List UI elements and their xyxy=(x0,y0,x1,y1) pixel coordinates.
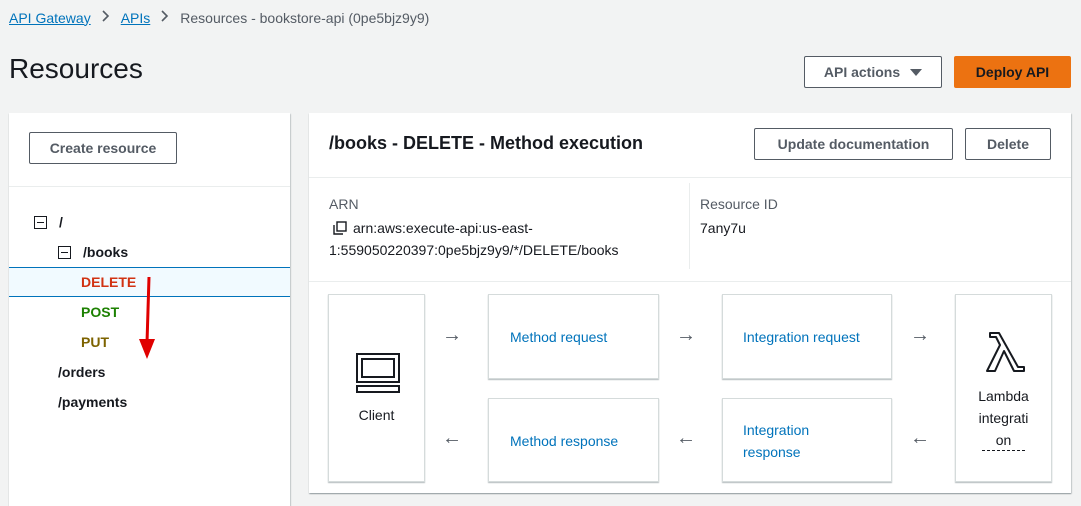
lambda-label-line3: on xyxy=(981,430,1026,451)
integration-response-card[interactable]: Integration response xyxy=(722,398,892,482)
lambda-label-line2: integrati xyxy=(978,410,1029,426)
lambda-label-line1: Lambda xyxy=(978,388,1029,404)
method-request-card[interactable]: Method request xyxy=(488,294,659,379)
method-response-card[interactable]: Method response xyxy=(488,398,659,482)
tree-item-label: /payments xyxy=(58,394,128,410)
caret-down-icon xyxy=(910,68,923,76)
chevron-right-icon xyxy=(102,9,110,26)
chevron-right-icon xyxy=(161,9,169,26)
method-label-delete: DELETE xyxy=(81,274,137,290)
right-arrow-icon: → xyxy=(442,324,462,346)
breadcrumb-api-gateway-link[interactable]: API Gateway xyxy=(9,10,91,26)
client-label: Client xyxy=(358,407,395,423)
divider xyxy=(9,186,290,187)
resource-id-label: Resource ID xyxy=(700,196,778,212)
copy-icon[interactable] xyxy=(333,221,347,235)
arn-value-line2: 1:559050220397:0pe5bjz9y9/*/DELETE/books xyxy=(329,242,619,258)
arn-label: ARN xyxy=(329,196,359,212)
integration-response-link-line1[interactable]: Integration xyxy=(743,419,809,441)
divider xyxy=(309,281,1071,282)
update-documentation-label: Update documentation xyxy=(777,136,930,152)
update-documentation-button[interactable]: Update documentation xyxy=(754,128,953,160)
create-resource-button[interactable]: Create resource xyxy=(29,132,177,164)
collapse-icon[interactable] xyxy=(34,215,47,229)
method-execution-panel: /books - DELETE - Method execution Updat… xyxy=(309,113,1071,493)
client-card: Client xyxy=(328,294,425,482)
breadcrumb-current: Resources - bookstore-api (0pe5bjz9y9) xyxy=(180,9,430,26)
laptop-icon xyxy=(356,353,400,393)
left-arrow-icon: ← xyxy=(676,427,696,449)
breadcrumb: API Gateway APIs Resources - bookstore-a… xyxy=(9,9,429,26)
create-resource-label: Create resource xyxy=(49,140,157,156)
right-arrow-icon: → xyxy=(676,324,696,346)
method-label-post: POST xyxy=(81,304,120,320)
divider xyxy=(309,177,1071,178)
deploy-api-label: Deploy API xyxy=(975,64,1050,80)
integration-request-link[interactable]: Integration request xyxy=(743,326,860,348)
annotation-arrow-icon xyxy=(139,276,155,359)
method-response-link[interactable]: Method response xyxy=(510,430,618,452)
breadcrumb-apis-link[interactable]: APIs xyxy=(121,10,151,26)
method-execution-title: /books - DELETE - Method execution xyxy=(329,133,644,153)
tree-item-label: /books xyxy=(83,244,129,260)
resource-id-value: 7any7u xyxy=(700,220,746,236)
tree-item-orders[interactable]: /orders xyxy=(9,357,290,387)
lambda-integration-card[interactable]: Lambda integrati on xyxy=(955,294,1052,482)
tree-item-root[interactable]: / xyxy=(9,207,290,237)
method-request-link[interactable]: Method request xyxy=(510,326,607,348)
tree-item-label: / xyxy=(59,214,63,230)
integration-response-link-line2[interactable]: response xyxy=(743,441,801,463)
left-arrow-icon: ← xyxy=(442,427,462,449)
divider xyxy=(689,183,690,269)
api-actions-label: API actions xyxy=(823,64,901,80)
right-arrow-icon: → xyxy=(910,324,930,346)
tree-item-label: /orders xyxy=(58,364,106,380)
integration-request-card[interactable]: Integration request xyxy=(722,294,892,379)
page-title: Resources xyxy=(9,53,143,84)
api-actions-dropdown[interactable]: API actions xyxy=(804,56,942,88)
tree-item-books[interactable]: /books xyxy=(9,237,290,267)
delete-label: Delete xyxy=(986,136,1030,152)
lambda-integration-label: Lambda integrati on xyxy=(956,385,1051,451)
method-label-put: PUT xyxy=(81,334,109,350)
lambda-icon xyxy=(986,332,1025,372)
resources-tree-panel: Create resource / /books DELETE POST PUT… xyxy=(9,113,290,506)
left-arrow-icon: ← xyxy=(910,427,930,449)
collapse-icon[interactable] xyxy=(58,245,71,259)
tree-item-payments[interactable]: /payments xyxy=(9,387,290,417)
arn-value-line1: arn:aws:execute-api:us-east- xyxy=(353,220,533,236)
deploy-api-button[interactable]: Deploy API xyxy=(954,56,1071,88)
delete-button[interactable]: Delete xyxy=(965,128,1051,160)
